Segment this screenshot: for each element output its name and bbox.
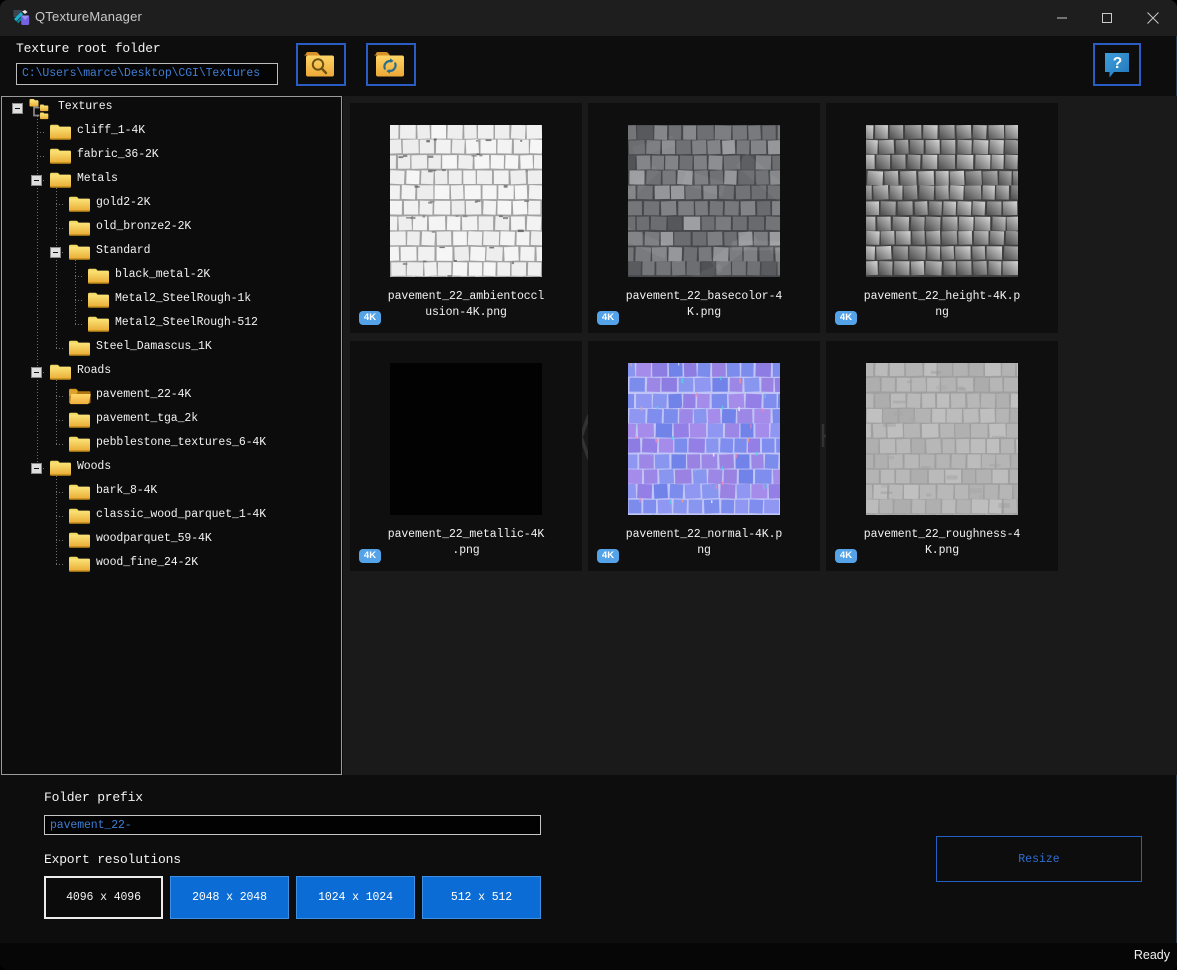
svg-text:?: ?: [1113, 55, 1122, 72]
